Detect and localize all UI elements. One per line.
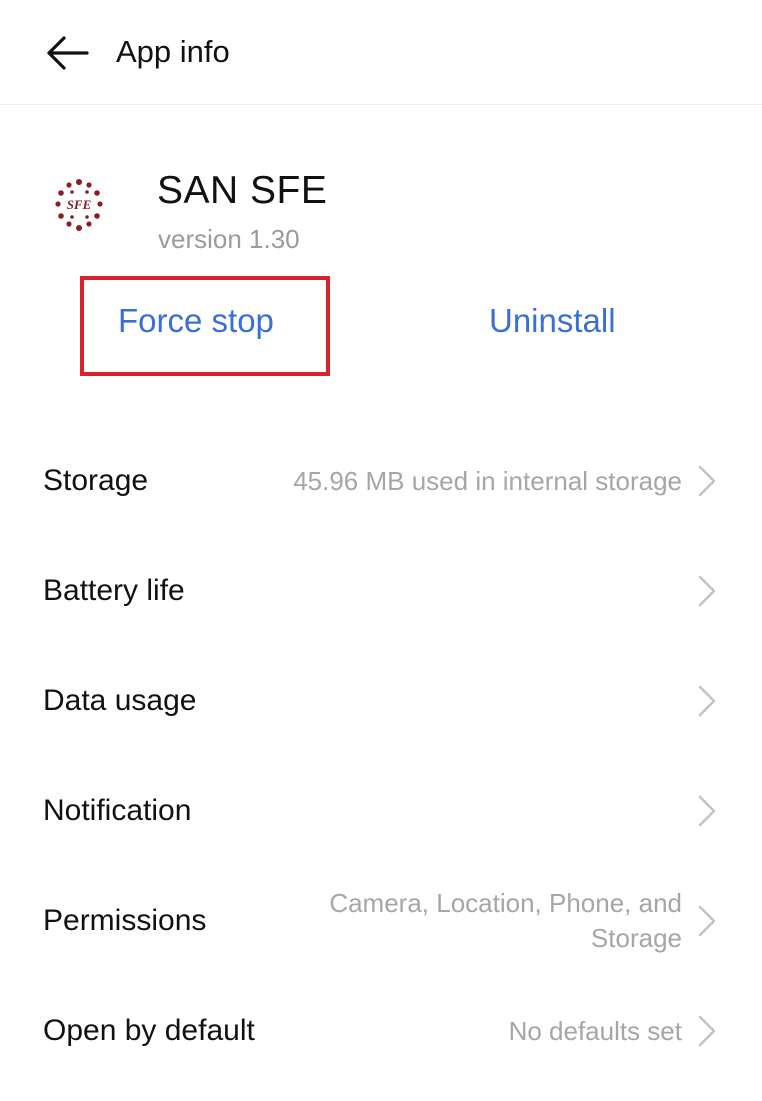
settings-row-battery-life[interactable]: Battery life <box>0 536 762 646</box>
settings-row-data-usage[interactable]: Data usage <box>0 646 762 756</box>
chevron-right-icon <box>698 685 716 717</box>
arrow-left-icon <box>47 36 89 70</box>
chevron-right-icon <box>698 905 716 937</box>
back-button[interactable] <box>40 28 94 78</box>
app-icon-text: SFE <box>67 197 92 212</box>
settings-row-notification[interactable]: Notification <box>0 756 762 866</box>
row-value: 45.96 MB used in internal storage <box>293 466 682 496</box>
chevron-right-icon <box>698 795 716 827</box>
app-version: version 1.30 <box>158 224 300 254</box>
row-value: Camera, Location, Phone, and Storage <box>329 888 682 953</box>
row-label: Permissions <box>43 904 207 937</box>
settings-row-open-by-default[interactable]: Open by default No defaults set <box>0 976 762 1086</box>
page-title: App info <box>116 34 230 69</box>
chevron-right-icon <box>698 465 716 497</box>
row-label: Notification <box>43 794 192 827</box>
row-value: No defaults set <box>508 1016 682 1046</box>
row-label: Data usage <box>43 684 197 717</box>
uninstall-button[interactable]: Uninstall <box>489 299 616 343</box>
highlight-box <box>80 276 330 376</box>
app-bar: App info <box>0 0 762 105</box>
row-label: Storage <box>43 464 149 497</box>
row-label: Open by default <box>43 1014 255 1047</box>
chevron-right-icon <box>698 1015 716 1047</box>
app-name: SAN SFE <box>157 169 328 212</box>
settings-row-permissions[interactable]: Permissions Camera, Location, Phone, and… <box>0 866 762 976</box>
chevron-right-icon <box>698 575 716 607</box>
row-label: Battery life <box>43 574 185 607</box>
settings-row-storage[interactable]: Storage 45.96 MB used in internal storag… <box>0 426 762 536</box>
app-icon: SFE <box>52 176 106 234</box>
